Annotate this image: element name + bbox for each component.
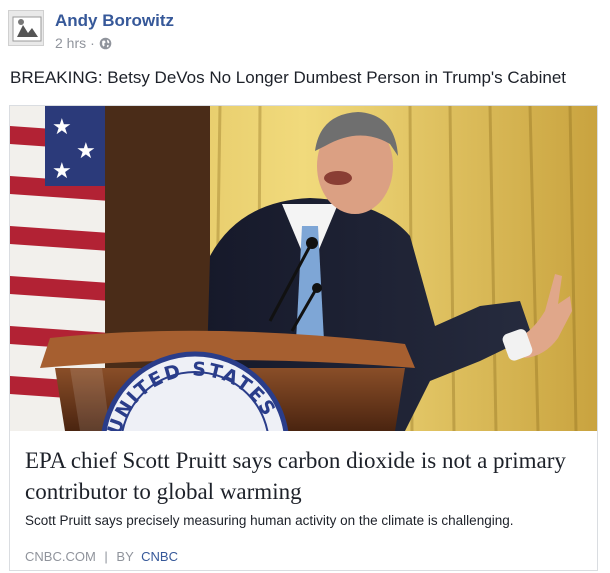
link-preview-card[interactable]: ★ ★ ★ UNITED STATES EPA chief Scott Prui…	[9, 105, 598, 571]
post-meta: 2 hrs ·	[55, 35, 112, 51]
facebook-post: Andy Borowitz 2 hrs · BREAKING: Betsy De…	[0, 0, 610, 573]
link-preview-body[interactable]: EPA chief Scott Pruitt says carbon dioxi…	[10, 431, 597, 570]
source-author-link[interactable]: CNBC	[141, 549, 178, 564]
post-text: BREAKING: Betsy DeVos No Longer Dumbest …	[10, 68, 566, 87]
meta-separator: ·	[90, 35, 95, 51]
post-timestamp[interactable]: 2 hrs	[55, 35, 86, 51]
svg-text:★: ★	[52, 115, 72, 140]
source-by-prefix: BY	[116, 549, 134, 564]
svg-text:★: ★	[52, 159, 72, 184]
globe-icon[interactable]	[99, 37, 112, 50]
svg-text:★: ★	[76, 139, 96, 164]
article-photo: ★ ★ ★ UNITED STATES	[10, 106, 597, 431]
article-description: Scott Pruitt says precisely measuring hu…	[25, 513, 514, 528]
source-domain: CNBC.COM	[25, 549, 96, 564]
avatar-image	[9, 11, 43, 45]
author-avatar[interactable]	[8, 10, 44, 46]
article-title[interactable]: EPA chief Scott Pruitt says carbon dioxi…	[25, 445, 585, 507]
author-name[interactable]: Andy Borowitz	[55, 11, 174, 31]
article-source: CNBC.COM | BY CNBC	[25, 549, 178, 564]
link-preview-image[interactable]: ★ ★ ★ UNITED STATES	[10, 106, 597, 431]
source-divider: |	[104, 549, 108, 564]
